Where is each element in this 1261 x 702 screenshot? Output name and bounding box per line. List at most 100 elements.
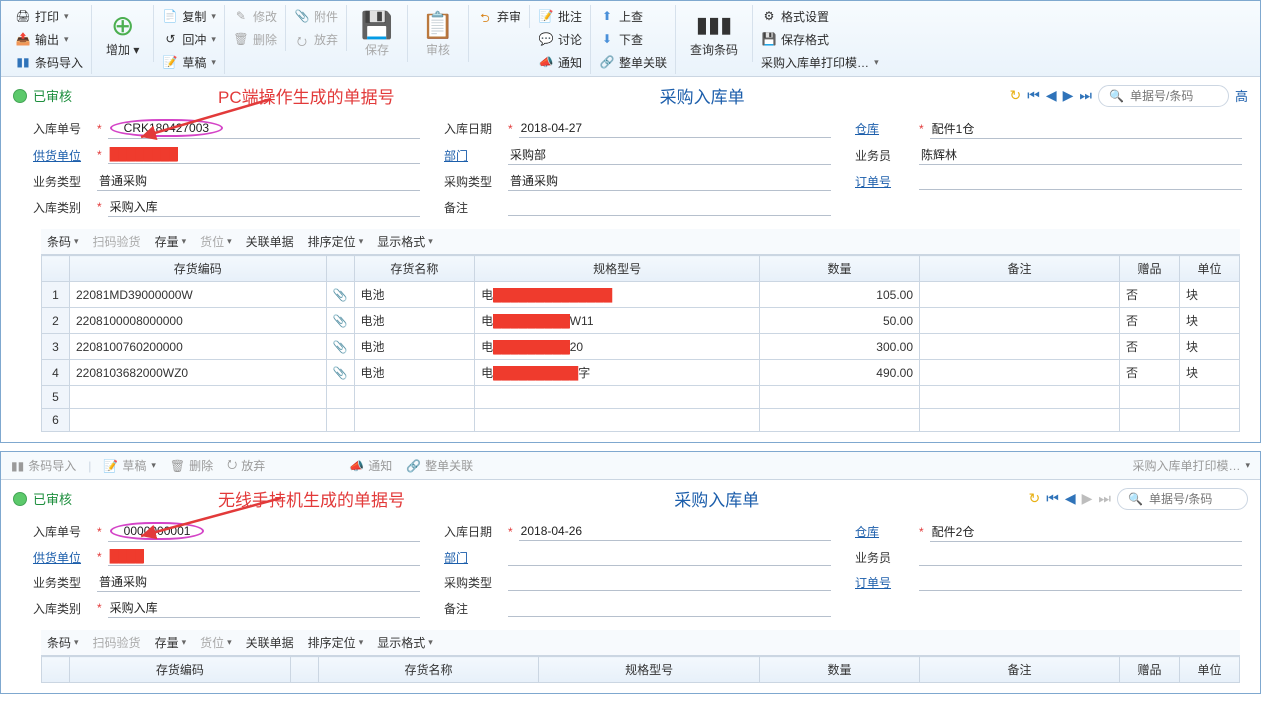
tb-stock[interactable]: 存量▾ — [155, 634, 187, 651]
search-pill-2[interactable]: 🔍 — [1117, 488, 1248, 510]
field-buy-type-2[interactable] — [508, 573, 831, 591]
discuss-button[interactable]: 💬讨论 — [536, 30, 584, 49]
audit-button[interactable]: 📋 审核 — [414, 7, 462, 60]
modify-button[interactable]: ✎修改 — [231, 7, 279, 26]
field-doc-date-2[interactable]: 2018-04-26 — [519, 523, 831, 541]
col-code[interactable]: 存货编码 — [70, 657, 291, 683]
last-icon[interactable]: ⏭ — [1098, 490, 1111, 507]
batch-notice-button[interactable]: 📝批注 — [536, 7, 584, 26]
field-in-type-2[interactable]: 采购入库 — [108, 598, 420, 618]
next-icon[interactable]: ▶ — [1063, 87, 1074, 104]
next-icon[interactable]: ▶ — [1082, 490, 1093, 507]
clip-icon[interactable]: 📎 — [326, 308, 354, 334]
field-remark-2[interactable] — [508, 599, 831, 617]
col-spec[interactable]: 规格型号 — [539, 657, 760, 683]
tb-disp[interactable]: 显示格式▾ — [377, 233, 433, 250]
barcode-import-button[interactable]: ▮▮条码导入 — [13, 53, 85, 72]
notify-button[interactable]: 📣通知 — [536, 53, 584, 72]
refresh-icon[interactable]: ↻ — [1029, 490, 1041, 507]
tb-scan-check[interactable]: 扫码验货 — [93, 634, 141, 651]
down-trace-button[interactable]: ⬇下查 — [597, 30, 669, 49]
field-order-no-2[interactable] — [919, 573, 1242, 591]
mini-delete[interactable]: 🗑 删除 — [168, 456, 215, 475]
mini-discard[interactable]: ⭮ 放弃 — [225, 454, 267, 477]
whole-close-button[interactable]: 🔗整单关联 — [597, 53, 669, 72]
clip-icon[interactable]: 📎 — [326, 282, 354, 308]
mini-print-tpl[interactable]: 采购入库单打印模…▾ — [1130, 456, 1252, 475]
prev-icon[interactable]: ◀ — [1046, 87, 1057, 104]
tb-stock[interactable]: 存量▾ — [155, 233, 187, 250]
field-clerk-2[interactable] — [919, 548, 1242, 566]
tb-sort[interactable]: 排序定位▾ — [308, 233, 364, 250]
search-input-2[interactable] — [1147, 491, 1237, 507]
label-order-no[interactable]: 订单号 — [855, 574, 913, 591]
field-order-no[interactable] — [919, 172, 1242, 190]
clip-icon[interactable]: 📎 — [326, 360, 354, 386]
tb-disp[interactable]: 显示格式▾ — [377, 634, 433, 651]
print-template-button[interactable]: 采购入库单打印模…▾ — [759, 53, 881, 72]
col-remark[interactable]: 备注 — [920, 657, 1120, 683]
col-gift[interactable]: 赠品 — [1120, 256, 1180, 282]
label-order-no[interactable]: 订单号 — [855, 173, 913, 190]
first-icon[interactable]: ⏮ — [1027, 87, 1040, 104]
field-warehouse[interactable]: 配件1仓 — [930, 119, 1242, 139]
tb-barcode[interactable]: 条码▾ — [47, 233, 79, 250]
col-name[interactable]: 存货名称 — [354, 256, 475, 282]
table-row[interactable]: 22208100008000000📎电池电█████████W1150.00否块 — [42, 308, 1240, 334]
field-biz-type[interactable]: 普通采购 — [97, 171, 420, 191]
search-input[interactable] — [1128, 88, 1218, 104]
print-button[interactable]: 🖨打印▾ — [13, 7, 85, 26]
field-biz-type-2[interactable]: 普通采购 — [97, 572, 420, 592]
table-row[interactable]: 122081MD39000000W📎电池电██████████████105.0… — [42, 282, 1240, 308]
up-trace-button[interactable]: ⬆上查 — [597, 7, 669, 26]
col-name[interactable]: 存货名称 — [318, 657, 539, 683]
field-clerk[interactable]: 陈辉林 — [919, 145, 1242, 165]
col-unit[interactable]: 单位 — [1180, 657, 1240, 683]
add-button[interactable]: ⊕ 增加 ▾ — [98, 7, 147, 60]
tb-scan-check[interactable]: 扫码验货 — [93, 233, 141, 250]
col-unit[interactable]: 单位 — [1180, 256, 1240, 282]
tb-barcode[interactable]: 条码▾ — [47, 634, 79, 651]
field-doc-date[interactable]: 2018-04-27 — [519, 120, 831, 138]
delete-button[interactable]: 🗑删除 — [231, 30, 279, 49]
tb-assoc[interactable]: 关联单据 — [246, 634, 294, 651]
table-row[interactable]: 5 — [42, 386, 1240, 409]
label-warehouse[interactable]: 仓库 — [855, 120, 913, 137]
col-gift[interactable]: 赠品 — [1120, 657, 1180, 683]
mini-draft[interactable]: 📝 草稿 ▾ — [101, 456, 158, 475]
draft-button[interactable]: 📝草稿▾ — [160, 53, 218, 72]
table-row[interactable]: 42208103682000WZ0📎电池电██████████字490.00否块 — [42, 360, 1240, 386]
label-dept[interactable]: 部门 — [444, 549, 502, 566]
mini-barcode-import[interactable]: ▮▮ 条码导入 — [9, 456, 78, 475]
tb-sort[interactable]: 排序定位▾ — [308, 634, 364, 651]
table-row[interactable]: 6 — [42, 409, 1240, 432]
advanced-link[interactable]: 高 — [1235, 86, 1248, 105]
col-code[interactable]: 存货编码 — [70, 256, 327, 282]
label-supplier[interactable]: 供货单位 — [33, 549, 91, 566]
col-qty[interactable]: 数量 — [760, 657, 920, 683]
tb-assoc[interactable]: 关联单据 — [246, 233, 294, 250]
field-dept[interactable]: 采购部 — [508, 145, 831, 165]
field-in-type[interactable]: 采购入库 — [108, 197, 420, 217]
search-pill[interactable]: 🔍 — [1098, 85, 1229, 107]
clip-icon[interactable]: 📎 — [326, 334, 354, 360]
prev-icon[interactable]: ◀ — [1065, 490, 1076, 507]
refresh-icon[interactable]: ↻ — [1010, 87, 1022, 104]
first-icon[interactable]: ⏮ — [1046, 490, 1059, 507]
label-supplier[interactable]: 供货单位 — [33, 147, 91, 164]
copy-button[interactable]: 📄复制▾ — [160, 7, 218, 26]
mini-whole-close[interactable]: 🔗 整单关联 — [404, 456, 475, 475]
field-buy-type[interactable]: 普通采购 — [508, 171, 831, 191]
field-remark[interactable] — [508, 198, 831, 216]
field-dept-2[interactable] — [508, 548, 831, 566]
query-barcode-button[interactable]: ▮▮▮ 查询条码 — [682, 7, 746, 60]
table-row[interactable]: 32208100760200000📎电池电█████████20300.00否块 — [42, 334, 1240, 360]
field-warehouse-2[interactable]: 配件2仓 — [930, 522, 1242, 542]
attach-button[interactable]: 📎附件 — [292, 7, 340, 26]
format-save-button[interactable]: 💾保存格式 — [759, 30, 881, 49]
save-button[interactable]: 💾 保存 — [353, 7, 401, 60]
col-qty[interactable]: 数量 — [760, 256, 920, 282]
tb-bin[interactable]: 货位▾ — [200, 233, 232, 250]
last-icon[interactable]: ⏭ — [1079, 87, 1092, 104]
hedge-button[interactable]: ↺回冲▾ — [160, 30, 218, 49]
